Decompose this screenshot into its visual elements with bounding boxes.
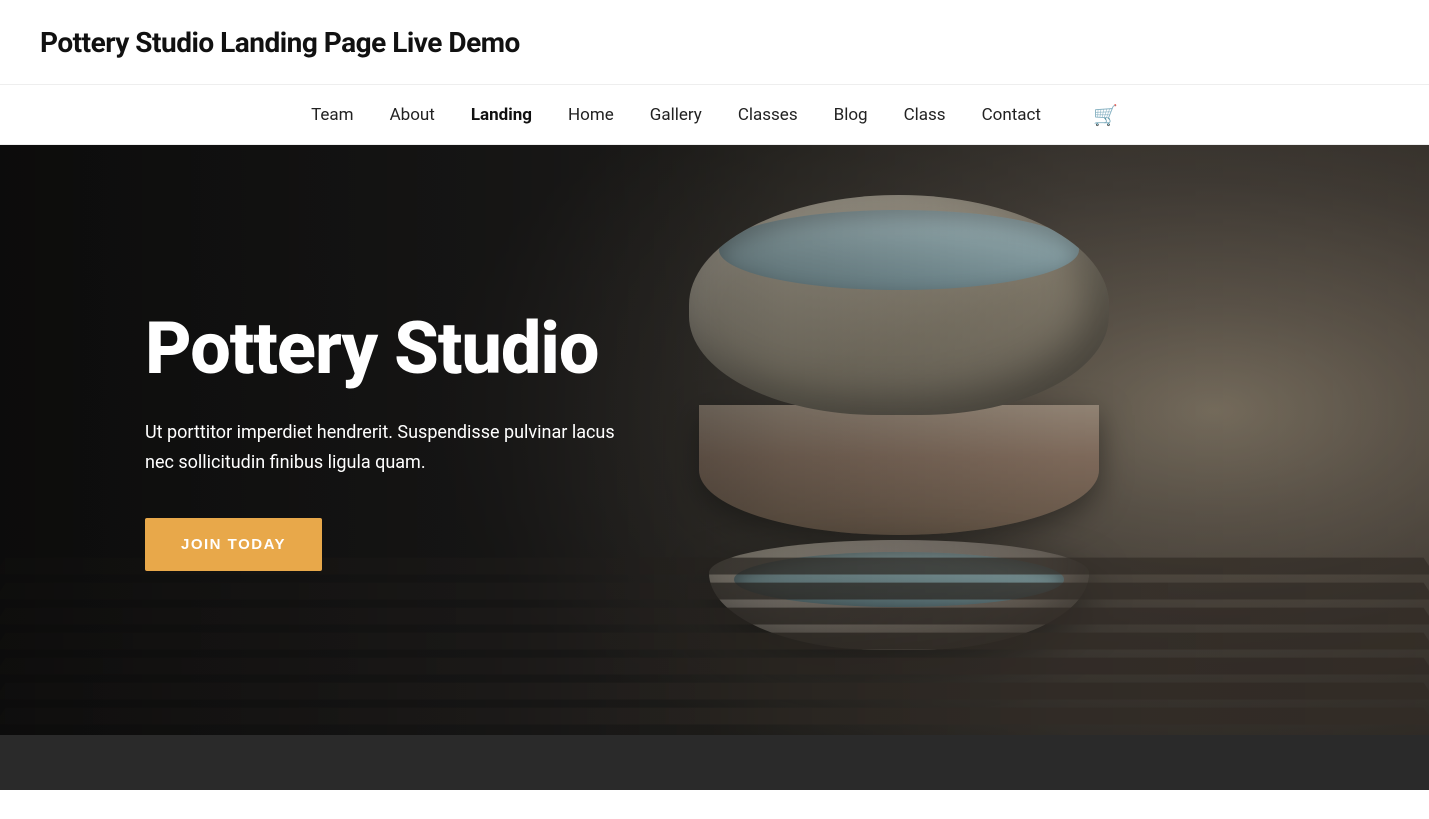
nav-item-about[interactable]: About	[390, 105, 435, 125]
footer-bar	[0, 735, 1429, 790]
nav-item-landing[interactable]: Landing	[471, 105, 532, 125]
nav-link-class[interactable]: Class	[904, 105, 946, 125]
hero-description: Ut porttitor imperdiet hendrerit. Suspen…	[145, 418, 635, 477]
nav-item-contact[interactable]: Contact	[982, 105, 1041, 125]
nav-link-contact[interactable]: Contact	[982, 105, 1041, 125]
nav-link-landing[interactable]: Landing	[471, 105, 532, 125]
nav-link-team[interactable]: Team	[311, 105, 354, 125]
nav-link-gallery[interactable]: Gallery	[650, 105, 702, 125]
hero-title: Pottery Studio	[145, 309, 635, 388]
hero-content: Pottery Studio Ut porttitor imperdiet he…	[0, 309, 635, 571]
join-today-button[interactable]: JOIN TODAY	[145, 518, 322, 571]
nav-link-blog[interactable]: Blog	[834, 105, 868, 125]
cart-icon[interactable]: 🛒	[1077, 103, 1118, 127]
nav-item-class[interactable]: Class	[904, 105, 946, 125]
nav-link-about[interactable]: About	[390, 105, 435, 125]
nav-link-classes[interactable]: Classes	[738, 105, 798, 125]
nav-item-gallery[interactable]: Gallery	[650, 105, 702, 125]
cart-button[interactable]: 🛒	[1093, 103, 1118, 127]
nav-items: Team About Landing Home Gallery Classes …	[311, 103, 1118, 127]
nav-item-home[interactable]: Home	[568, 105, 614, 125]
site-title: Pottery Studio Landing Page Live Demo	[40, 26, 520, 59]
nav-link-home[interactable]: Home	[568, 105, 614, 125]
top-bar: Pottery Studio Landing Page Live Demo	[0, 0, 1429, 85]
hero-section: Pottery Studio Ut porttitor imperdiet he…	[0, 145, 1429, 735]
nav-item-classes[interactable]: Classes	[738, 105, 798, 125]
nav-item-team[interactable]: Team	[311, 105, 354, 125]
nav-bar: Team About Landing Home Gallery Classes …	[0, 85, 1429, 145]
nav-item-blog[interactable]: Blog	[834, 105, 868, 125]
